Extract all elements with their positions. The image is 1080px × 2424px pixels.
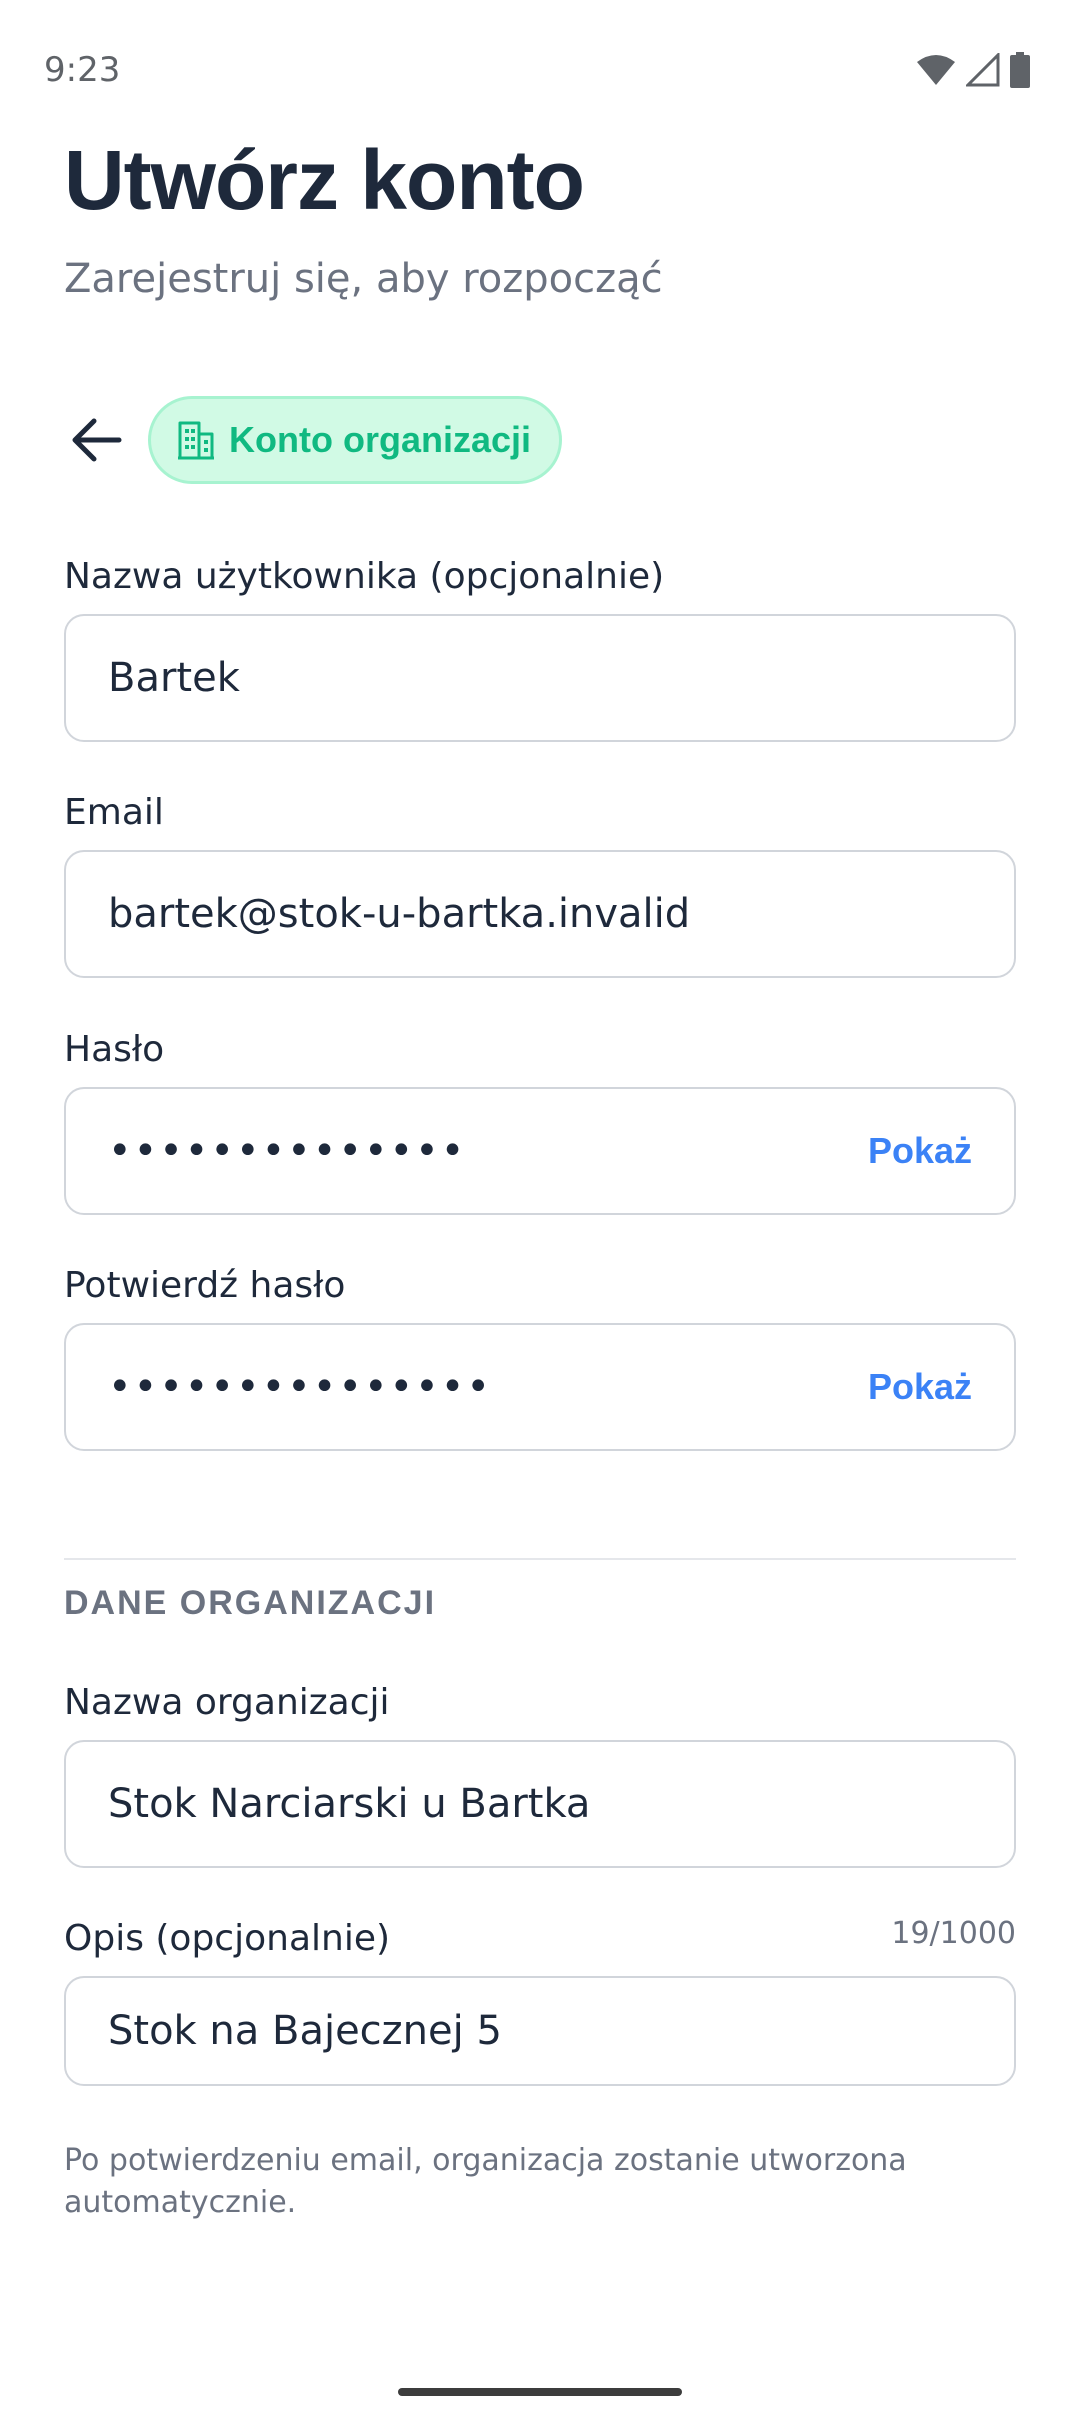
status-bar: 9:23 [0,0,1080,140]
show-password-button[interactable]: Pokaż [868,1130,972,1172]
password-field-box[interactable]: •••••••••••••• Pokaż [64,1087,1016,1215]
email-input[interactable] [108,891,972,937]
username-label: Nazwa użytkownika (opcjonalnie) [64,556,665,597]
organization-info-note: Po potwierdzeniu email, organizacja zost… [64,2143,907,2220]
username-field-box[interactable] [64,614,1016,742]
description-char-counter: 19/1000 [891,1916,1016,1951]
status-time: 9:23 [44,50,121,90]
show-confirm-password-button[interactable]: Pokaż [868,1366,972,1408]
status-icons [916,52,1030,88]
username-input[interactable] [108,655,972,701]
section-divider [64,1558,1016,1560]
password-input[interactable]: •••••••••••••• [108,1128,868,1174]
confirm-password-input[interactable]: ••••••••••••••• [108,1364,868,1410]
arrow-left-icon [72,418,122,462]
account-type-chip[interactable]: Konto organizacji [148,396,563,484]
back-button[interactable] [60,404,132,476]
home-indicator[interactable] [398,2388,682,2396]
cell-signal-icon [966,53,1000,87]
confirm-password-field-box[interactable]: ••••••••••••••• Pokaż [64,1323,1016,1451]
organization-name-label: Nazwa organizacji [64,1682,390,1723]
password-label: Hasło [64,1029,165,1070]
confirm-password-label: Potwierdź hasło [64,1265,346,1306]
email-label: Email [64,792,164,833]
organization-name-input[interactable] [108,1781,972,1827]
description-field-box[interactable] [64,1976,1016,2086]
building-icon [178,421,214,460]
account-type-label: Konto organizacji [229,419,532,460]
page-subtitle: Zarejestruj się, aby rozpocząć [64,256,663,302]
battery-icon [1010,52,1030,88]
email-field-box[interactable] [64,850,1016,978]
wifi-icon [917,55,955,85]
description-input[interactable] [108,2008,972,2054]
page-title: Utwórz konto [64,133,585,227]
organization-name-field-box[interactable] [64,1740,1016,1868]
organization-section-heading: DANE ORGANIZACJI [64,1584,437,1622]
description-label: Opis (opcjonalnie) [64,1918,391,1959]
